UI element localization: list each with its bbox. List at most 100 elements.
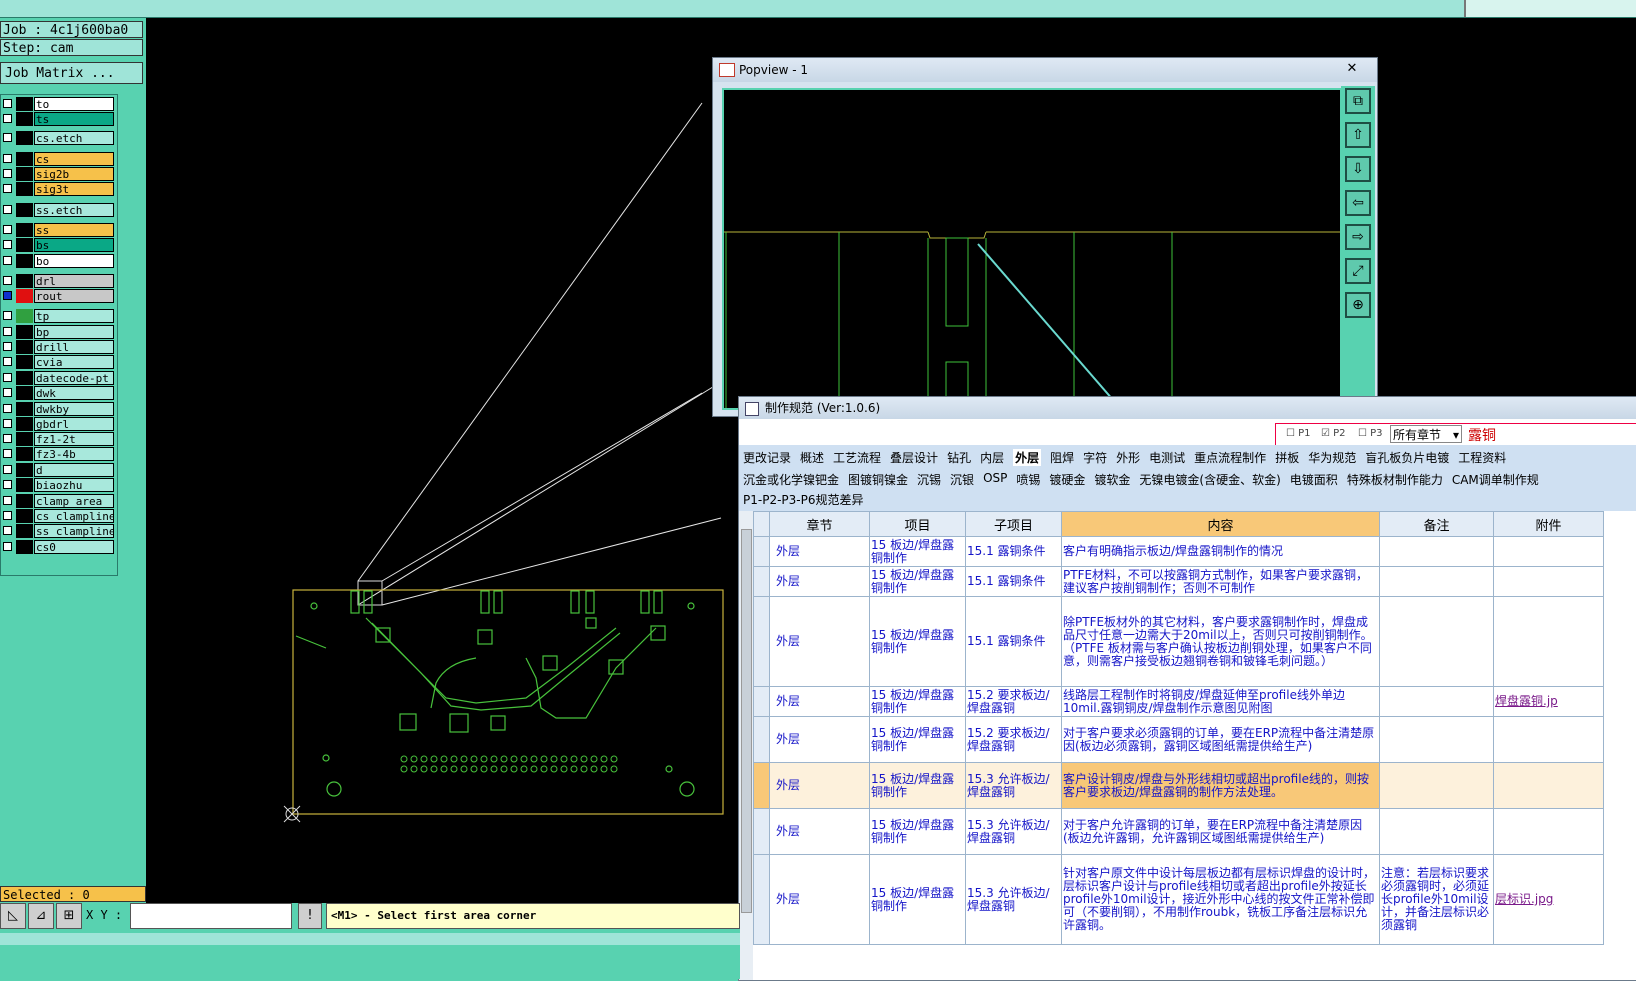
layer-color-swatch[interactable] bbox=[16, 289, 33, 303]
layer-name[interactable]: dwkby bbox=[34, 402, 114, 416]
column-header[interactable]: 章节 bbox=[769, 511, 870, 537]
row-header[interactable] bbox=[753, 536, 770, 567]
chapter-tab[interactable]: 喷锡 bbox=[1016, 471, 1040, 488]
column-header[interactable]: 内容 bbox=[1061, 511, 1380, 537]
layer-row[interactable]: tp bbox=[1, 309, 117, 323]
layer-color-swatch[interactable] bbox=[16, 97, 33, 111]
row-header[interactable] bbox=[753, 762, 770, 809]
layer-checkbox[interactable] bbox=[3, 184, 12, 193]
scroll-thumb[interactable] bbox=[741, 529, 752, 913]
chapter-tab[interactable]: 更改记录 bbox=[743, 449, 791, 466]
layer-name[interactable]: bo bbox=[34, 254, 114, 268]
chapter-tab[interactable]: 外层 bbox=[1013, 449, 1042, 466]
chapter-tab[interactable]: 华为规范 bbox=[1308, 449, 1356, 466]
chapter-tab[interactable]: 工程资料 bbox=[1458, 449, 1506, 466]
layer-row[interactable]: to bbox=[1, 97, 117, 111]
layer-color-swatch[interactable] bbox=[16, 509, 33, 523]
layer-name[interactable]: fz3-4b bbox=[34, 447, 114, 461]
layer-color-swatch[interactable] bbox=[16, 524, 33, 538]
layer-color-swatch[interactable] bbox=[16, 203, 33, 217]
layer-row[interactable]: cs.etch bbox=[1, 131, 117, 145]
grid-icon[interactable]: ⊞ bbox=[56, 903, 82, 929]
layer-color-swatch[interactable] bbox=[16, 386, 33, 400]
pan-up-icon[interactable]: ⇧ bbox=[1345, 122, 1371, 148]
layer-color-swatch[interactable] bbox=[16, 478, 33, 492]
layer-checkbox[interactable] bbox=[3, 327, 12, 336]
layer-name[interactable]: cs_clampline bbox=[34, 509, 114, 523]
cell-attach[interactable] bbox=[1493, 536, 1604, 567]
table-row[interactable]: 外层 15 板边/焊盘露铜制作 15.3 允许板边/焊盘露铜 针对客户原文件中设计每层… bbox=[753, 854, 1604, 945]
spec-window[interactable]: 制作规范 (Ver:1.0.6) ☐ P1 ☑ P2 ☐ P3 所有章节 ▾ 露铜… bbox=[738, 396, 1636, 981]
row-header[interactable] bbox=[753, 566, 770, 597]
layer-row[interactable]: datecode-pt bbox=[1, 371, 117, 385]
cell-attach[interactable]: 焊盘露铜.jp bbox=[1493, 686, 1604, 717]
layer-color-swatch[interactable] bbox=[16, 371, 33, 385]
chapter-tab[interactable]: 外形 bbox=[1116, 449, 1140, 466]
layer-row[interactable]: fz1-2t bbox=[1, 432, 117, 446]
layer-checkbox[interactable] bbox=[3, 434, 12, 443]
p3-checkbox[interactable]: ☐ P3 bbox=[1358, 428, 1383, 439]
layer-color-swatch[interactable] bbox=[16, 540, 33, 554]
layer-name[interactable]: cvia bbox=[34, 355, 114, 369]
chapter-tab[interactable]: 沉金或化学镍钯金 bbox=[743, 471, 839, 488]
layer-checkbox[interactable] bbox=[3, 404, 12, 413]
pan-right-icon[interactable]: ⇨ bbox=[1345, 224, 1371, 250]
layer-row[interactable]: ss.etch bbox=[1, 203, 117, 217]
chapter-tab[interactable]: P1-P2-P3-P6规范差异 bbox=[743, 491, 863, 508]
layer-row[interactable]: dwkby bbox=[1, 402, 117, 416]
layer-checkbox[interactable] bbox=[3, 256, 12, 265]
table-row[interactable]: 外层 15 板边/焊盘露铜制作 15.2 要求板边/焊盘露铜 线路层工程制作时将铜皮/… bbox=[753, 686, 1604, 717]
p1-checkbox[interactable]: ☐ P1 bbox=[1286, 428, 1311, 439]
cell-attach[interactable] bbox=[1493, 566, 1604, 597]
layer-name[interactable]: cs0 bbox=[34, 540, 114, 554]
close-button[interactable]: ✕ bbox=[1333, 60, 1371, 78]
layer-row[interactable]: sig2b bbox=[1, 167, 117, 181]
layer-row[interactable]: drl bbox=[1, 274, 117, 288]
zoom-center-icon[interactable]: ⊕ bbox=[1345, 292, 1371, 318]
layer-checkbox[interactable] bbox=[3, 154, 12, 163]
layer-checkbox[interactable] bbox=[3, 291, 12, 300]
layer-name[interactable]: tp bbox=[34, 309, 114, 323]
layer-name[interactable]: bs bbox=[34, 238, 114, 252]
layer-color-swatch[interactable] bbox=[16, 182, 33, 196]
pan-left-icon[interactable]: ⇦ bbox=[1345, 190, 1371, 216]
layer-color-swatch[interactable] bbox=[16, 254, 33, 268]
popview-window[interactable]: Popview - 1 ✕ ⧉ ⇧ ⇩ ⇦ ⇨ ⤢ ⊕ bbox=[712, 57, 1378, 417]
table-row[interactable]: 外层 15 板边/焊盘露铜制作 15.1 露铜条件 除PTFE板材外的其它材料，客户要… bbox=[753, 596, 1604, 687]
layer-checkbox[interactable] bbox=[3, 449, 12, 458]
layer-name[interactable]: drill bbox=[34, 340, 114, 354]
alert-icon[interactable]: ! bbox=[298, 903, 322, 929]
layer-checkbox[interactable] bbox=[3, 511, 12, 520]
chapter-tab[interactable]: 盲孔板负片电镀 bbox=[1365, 449, 1449, 466]
layer-row[interactable]: cs0 bbox=[1, 540, 117, 554]
layer-color-swatch[interactable] bbox=[16, 112, 33, 126]
layer-checkbox[interactable] bbox=[3, 342, 12, 351]
layer-row[interactable]: rout bbox=[1, 289, 117, 303]
chapter-tab[interactable]: 电镀面积 bbox=[1290, 471, 1338, 488]
layer-color-swatch[interactable] bbox=[16, 131, 33, 145]
cell-attach[interactable]: 层标识.jpg bbox=[1493, 854, 1604, 945]
chapter-tab[interactable]: 字符 bbox=[1083, 449, 1107, 466]
layer-color-swatch[interactable] bbox=[16, 402, 33, 416]
layer-color-swatch[interactable] bbox=[16, 325, 33, 339]
layer-row[interactable]: d bbox=[1, 463, 117, 477]
chapter-select[interactable]: 所有章节 ▾ bbox=[1390, 425, 1462, 443]
layer-checkbox[interactable] bbox=[3, 373, 12, 382]
layer-checkbox[interactable] bbox=[3, 526, 12, 535]
table-row[interactable]: 外层 15 板边/焊盘露铜制作 15.1 露铜条件 PTFE材料，不可以按露铜方式制作… bbox=[753, 566, 1604, 597]
window-icon[interactable]: ⧉ bbox=[1345, 88, 1371, 114]
layer-name[interactable]: dwk bbox=[34, 386, 114, 400]
p2-checkbox[interactable]: ☑ P2 bbox=[1321, 428, 1346, 439]
chapter-tab[interactable]: 镀软金 bbox=[1094, 471, 1130, 488]
layer-checkbox[interactable] bbox=[3, 133, 12, 142]
chapter-tab[interactable]: 镀硬金 bbox=[1049, 471, 1085, 488]
layer-row[interactable]: dwk bbox=[1, 386, 117, 400]
layer-name[interactable]: bp bbox=[34, 325, 114, 339]
layer-row[interactable]: fz3-4b bbox=[1, 447, 117, 461]
layer-name[interactable]: ss bbox=[34, 223, 114, 237]
layer-name[interactable]: datecode-pt bbox=[34, 371, 114, 385]
layer-row[interactable]: clamp_area bbox=[1, 494, 117, 508]
row-header[interactable] bbox=[753, 596, 770, 687]
layer-row[interactable]: bp bbox=[1, 325, 117, 339]
row-header[interactable] bbox=[753, 716, 770, 763]
